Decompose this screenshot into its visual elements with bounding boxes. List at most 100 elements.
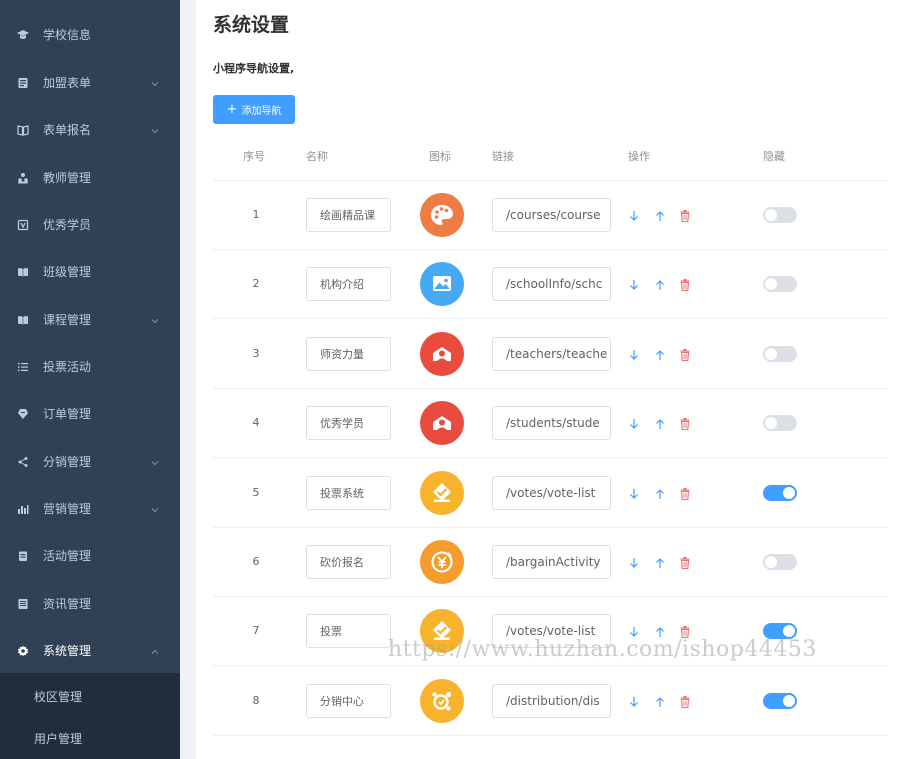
delete-icon[interactable] [679, 277, 691, 292]
column-header-name: 名称 [306, 150, 328, 163]
chevron-down-icon [150, 78, 160, 88]
nav-link-input[interactable]: /votes/vote-list [492, 475, 611, 510]
teacher-icon[interactable] [420, 331, 464, 376]
sidebar-item-5[interactable]: 优秀学员 [0, 201, 180, 248]
nav-name-input[interactable]: 师资力量 [306, 336, 391, 371]
move-down-icon[interactable] [628, 624, 640, 638]
chevron-down-icon [150, 315, 160, 325]
hidden-toggle[interactable] [763, 623, 797, 640]
book-open-icon [16, 123, 30, 137]
bar-chart-icon [16, 502, 30, 516]
table-row: 7 投票/votes/vote-list [213, 597, 888, 667]
page-title: 系统设置 [213, 14, 290, 36]
delete-icon[interactable] [679, 486, 691, 500]
nav-name-input[interactable]: 绘画精品课 [306, 198, 391, 232]
nav-name-input[interactable]: 投票系统 [306, 475, 391, 510]
hidden-toggle[interactable] [763, 276, 797, 293]
sidebar-item-11[interactable]: 营销管理 [0, 485, 180, 532]
toggle-knob [783, 694, 795, 707]
sidebar-item-label: 表单报名 [43, 123, 92, 137]
row-index: 8 [252, 693, 260, 707]
sidebar-item-4[interactable]: 教师管理 [0, 154, 180, 201]
sidebar-item-14[interactable]: 系统管理 [0, 627, 180, 674]
delete-icon[interactable] [679, 624, 691, 639]
sidebar-item-3[interactable]: 表单报名 [0, 106, 180, 153]
move-up-icon[interactable] [654, 277, 666, 291]
nav-link-input[interactable]: /bargainActivity [492, 545, 611, 579]
table-row: 4 优秀学员/students/stude [213, 389, 888, 459]
sidebar-subitem-users[interactable]: 用户管理 [0, 717, 180, 759]
nav-name-input[interactable]: 优秀学员 [306, 406, 391, 441]
sidebar-item-2[interactable]: 加盟表单 [0, 59, 180, 106]
move-up-icon[interactable] [654, 624, 666, 638]
sidebar-subitem-campus[interactable]: 校区管理 [0, 675, 180, 717]
sidebar-item-label: 课程管理 [43, 313, 92, 327]
sidebar-item-1[interactable]: 学校信息 [0, 11, 180, 58]
column-header-link: 链接 [492, 150, 514, 163]
bargain-icon[interactable] [420, 540, 464, 584]
sidebar-item-label: 资讯管理 [43, 597, 92, 611]
sidebar-item-label: 学校信息 [43, 28, 92, 42]
hidden-toggle[interactable] [763, 207, 797, 223]
delete-icon[interactable] [679, 694, 691, 708]
delete-icon[interactable] [679, 347, 691, 361]
toggle-knob [765, 347, 777, 360]
move-up-icon[interactable] [654, 555, 666, 569]
hidden-toggle[interactable] [763, 554, 797, 570]
sidebar-item-13[interactable]: 资讯管理 [0, 580, 180, 627]
table-row: 2 机构介绍/schoolInfo/schc [213, 250, 888, 320]
nav-link-input[interactable]: /votes/vote-list [492, 614, 611, 649]
move-down-icon[interactable] [628, 555, 640, 569]
hidden-toggle[interactable] [763, 415, 797, 432]
move-up-icon[interactable] [654, 208, 666, 222]
nav-name-input[interactable]: 投票 [306, 614, 391, 649]
sidebar-item-12[interactable]: 活动管理 [0, 532, 180, 579]
hidden-toggle[interactable] [763, 692, 797, 709]
move-up-icon[interactable] [654, 347, 666, 361]
toggle-knob [783, 486, 795, 499]
nav-name-input[interactable]: 分销中心 [306, 683, 391, 718]
nav-link-input[interactable]: /teachers/teache [492, 336, 611, 371]
sidebar-subitem-label: 用户管理 [34, 731, 83, 746]
move-down-icon[interactable] [628, 416, 640, 430]
hidden-toggle[interactable] [763, 484, 797, 501]
section-title: 小程序导航设置, [213, 62, 295, 75]
sidebar-item-10[interactable]: 分销管理 [0, 438, 180, 485]
sidebar-item-7[interactable]: 课程管理 [0, 296, 180, 343]
move-up-icon[interactable] [654, 486, 666, 500]
vote-icon[interactable] [420, 470, 464, 515]
move-down-icon[interactable] [628, 694, 640, 708]
move-down-icon[interactable] [628, 486, 640, 500]
row-index: 1 [252, 208, 260, 221]
nav-name-input[interactable]: 砍价报名 [306, 545, 391, 579]
sidebar-item-9[interactable]: 订单管理 [0, 390, 180, 437]
move-down-icon[interactable] [628, 208, 640, 222]
nav-link-input[interactable]: /courses/course [492, 198, 611, 232]
sidebar-item-6[interactable]: 班级管理 [0, 248, 180, 295]
teacher-icon[interactable] [420, 401, 464, 446]
picture-icon[interactable] [420, 262, 464, 307]
nav-name-input[interactable]: 机构介绍 [306, 267, 391, 302]
nav-link-input[interactable]: /schoolInfo/schc [492, 267, 611, 302]
hidden-toggle[interactable] [763, 345, 797, 362]
move-up-icon[interactable] [654, 694, 666, 708]
delete-icon[interactable] [679, 416, 691, 431]
move-down-icon[interactable] [628, 347, 640, 361]
nav-link-input[interactable]: /students/stude [492, 406, 611, 441]
delete-icon[interactable] [679, 555, 691, 570]
palette-icon[interactable] [420, 193, 464, 237]
sidebar-item-8[interactable]: 投票活动 [0, 343, 180, 390]
add-nav-button[interactable]: + 添加导航 [213, 95, 295, 124]
sidebar-item-label: 班级管理 [43, 265, 92, 279]
delete-icon[interactable] [679, 208, 691, 223]
table-row: 8 分销中心/distribution/dis [213, 667, 888, 736]
nav-link-input[interactable]: /distribution/dis [492, 683, 611, 718]
book-icon [16, 265, 30, 279]
move-up-icon[interactable] [654, 416, 666, 430]
plus-icon: + [226, 102, 238, 117]
gear-icon [16, 644, 30, 658]
move-down-icon[interactable] [628, 277, 640, 291]
vote-icon[interactable] [420, 609, 464, 654]
distribution-icon[interactable] [420, 678, 464, 723]
news-icon [16, 597, 30, 611]
